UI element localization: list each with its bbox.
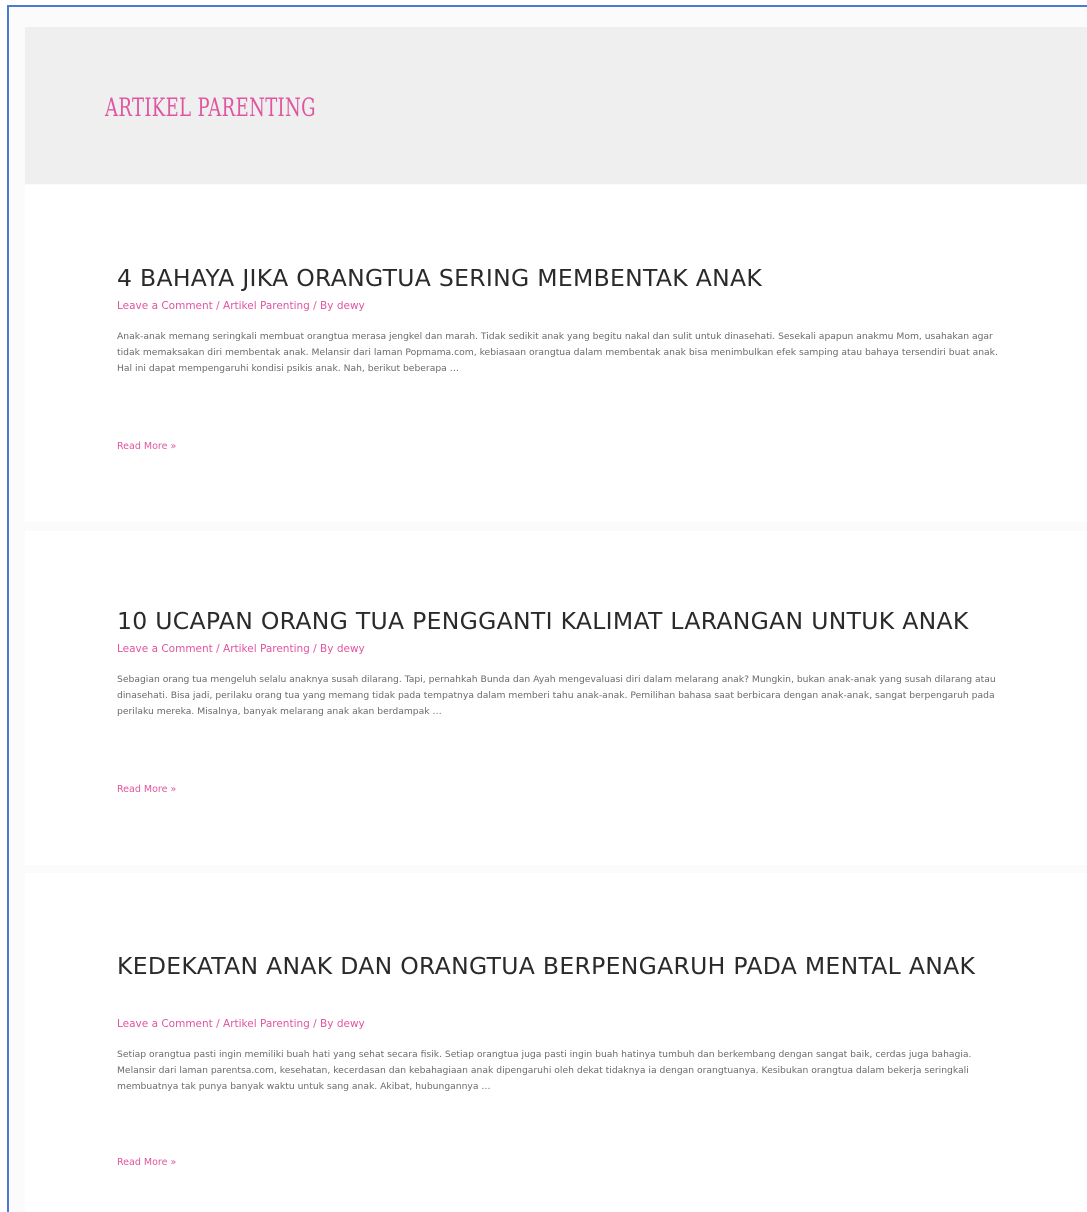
comments-link[interactable]: Leave a Comment [117,300,213,312]
read-more-link[interactable]: Read More » [117,1157,176,1168]
category-link[interactable]: Artikel Parenting [223,1018,310,1030]
meta-separator: / [309,643,321,655]
meta-separator: / [212,300,224,312]
article-card: 10 UCAPAN ORANG TUA PENGGANTI KALIMAT LA… [25,531,1087,865]
article-card: KEDEKATAN ANAK DAN ORANGTUA BERPENGARUH … [25,873,1087,1212]
article-excerpt: Setiap orangtua pasti ingin memiliki bua… [117,1049,972,1092]
read-more-link[interactable]: Read More » [117,784,176,795]
by-label: By [320,300,337,312]
author-link[interactable]: dewy [337,1018,365,1030]
article-meta: Leave a Comment / Artikel Parenting / By… [117,300,365,312]
by-label: By [320,643,337,655]
article-card: 4 BAHAYA JIKA ORANGTUA SERING MEMBENTAK … [25,185,1087,522]
article-title[interactable]: KEDEKATAN ANAK DAN ORANGTUA BERPENGARUH … [117,951,977,981]
article-title[interactable]: 4 BAHAYA JIKA ORANGTUA SERING MEMBENTAK … [117,263,977,293]
meta-separator: / [212,1018,224,1030]
by-label: By [320,1018,337,1030]
read-more-link[interactable]: Read More » [117,441,176,452]
meta-separator: / [212,643,224,655]
meta-separator: / [309,1018,321,1030]
article-title[interactable]: 10 UCAPAN ORANG TUA PENGGANTI KALIMAT LA… [117,606,977,636]
article-meta: Leave a Comment / Artikel Parenting / By… [117,643,365,655]
author-link[interactable]: dewy [337,300,365,312]
article-meta: Leave a Comment / Artikel Parenting / By… [117,1018,365,1030]
comments-link[interactable]: Leave a Comment [117,1018,213,1030]
category-link[interactable]: Artikel Parenting [223,643,310,655]
author-link[interactable]: dewy [337,643,365,655]
article-excerpt: Sebagian orang tua mengeluh selalu anakn… [117,674,996,717]
page-frame: ARTIKEL PARENTING 4 BAHAYA JIKA ORANGTUA… [7,5,1087,1212]
article-excerpt: Anak-anak memang seringkali membuat oran… [117,331,998,374]
comments-link[interactable]: Leave a Comment [117,643,213,655]
category-link[interactable]: Artikel Parenting [223,300,310,312]
meta-separator: / [309,300,321,312]
archive-title: ARTIKEL PARENTING [105,93,316,122]
